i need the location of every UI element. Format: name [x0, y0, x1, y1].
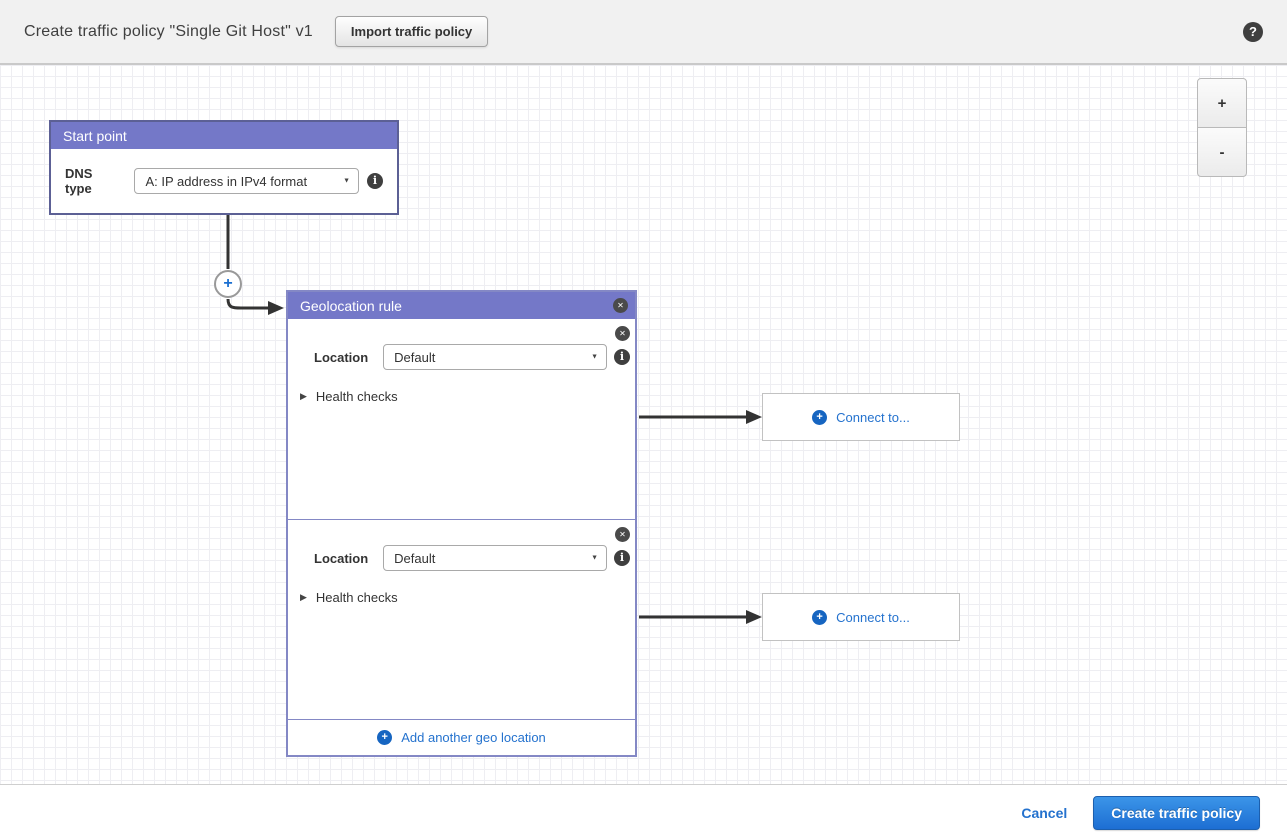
policy-canvas: + - Start point DNS type A: IP address i… [0, 65, 1287, 785]
location-selected-value: Default [394, 551, 435, 566]
start-point-node: Start point DNS type A: IP address in IP… [49, 120, 399, 215]
connect-to-button-2[interactable]: + Connect to... [762, 593, 960, 641]
section-close-icon[interactable]: ✕ [615, 326, 630, 341]
chevron-down-icon: ▼ [343, 178, 350, 185]
dns-type-info-icon[interactable]: i [367, 173, 383, 189]
plus-circle-icon: + [377, 730, 392, 745]
geolocation-rule-node: Geolocation rule ✕ ✕ Location Default ▼ … [286, 290, 637, 757]
help-icon[interactable]: ? [1243, 22, 1263, 42]
section-close-icon[interactable]: ✕ [615, 527, 630, 542]
chevron-down-icon: ▼ [591, 354, 598, 361]
disclosure-triangle-icon: ▶ [300, 592, 307, 603]
import-traffic-policy-button[interactable]: Import traffic policy [335, 16, 488, 47]
location-label: Location [314, 350, 368, 365]
geo-location-section-2: ✕ Location Default ▼ i ▶ Health checks [288, 519, 635, 719]
location-info-icon[interactable]: i [614, 550, 630, 566]
dns-type-selected-value: A: IP address in IPv4 format [145, 174, 307, 189]
page-title: Create traffic policy "Single Git Host" … [24, 23, 313, 41]
location-row: Location Default ▼ i [314, 545, 630, 571]
dns-type-select[interactable]: A: IP address in IPv4 format ▼ [134, 168, 359, 194]
connect-to-label: Connect to... [836, 610, 910, 625]
zoom-out-button[interactable]: - [1197, 127, 1247, 177]
cancel-button[interactable]: Cancel [1021, 805, 1067, 821]
zoom-in-button[interactable]: + [1197, 78, 1247, 128]
plus-circle-icon: + [812, 410, 827, 425]
geo-location-section-1: ✕ Location Default ▼ i ▶ Health checks [288, 319, 635, 519]
footer-bar: Cancel Create traffic policy [0, 785, 1287, 840]
add-rule-connector[interactable]: + [214, 270, 242, 298]
geolocation-rule-header: Geolocation rule ✕ [288, 292, 635, 319]
plus-circle-icon: + [812, 610, 827, 625]
health-checks-toggle[interactable]: ▶ Health checks [300, 590, 398, 605]
connect-to-button-1[interactable]: + Connect to... [762, 393, 960, 441]
connect-to-label: Connect to... [836, 410, 910, 425]
location-row: Location Default ▼ i [314, 344, 630, 370]
top-header: Create traffic policy "Single Git Host" … [0, 0, 1287, 65]
dns-type-label: DNS type [65, 166, 118, 196]
health-checks-label: Health checks [316, 389, 398, 404]
disclosure-triangle-icon: ▶ [300, 391, 307, 402]
zoom-control: + - [1197, 78, 1247, 177]
location-select[interactable]: Default ▼ [383, 344, 607, 370]
start-point-body: DNS type A: IP address in IPv4 format ▼ … [51, 149, 397, 213]
location-label: Location [314, 551, 368, 566]
chevron-down-icon: ▼ [591, 555, 598, 562]
add-geo-location-label: Add another geo location [401, 730, 546, 745]
location-selected-value: Default [394, 350, 435, 365]
add-geo-location-button[interactable]: + Add another geo location [288, 719, 635, 755]
geolocation-rule-close-icon[interactable]: ✕ [613, 298, 628, 313]
health-checks-toggle[interactable]: ▶ Health checks [300, 389, 398, 404]
geolocation-rule-title: Geolocation rule [300, 298, 402, 314]
location-info-icon[interactable]: i [614, 349, 630, 365]
create-traffic-policy-button[interactable]: Create traffic policy [1093, 796, 1260, 830]
health-checks-label: Health checks [316, 590, 398, 605]
start-point-header: Start point [51, 122, 397, 149]
location-select[interactable]: Default ▼ [383, 545, 607, 571]
